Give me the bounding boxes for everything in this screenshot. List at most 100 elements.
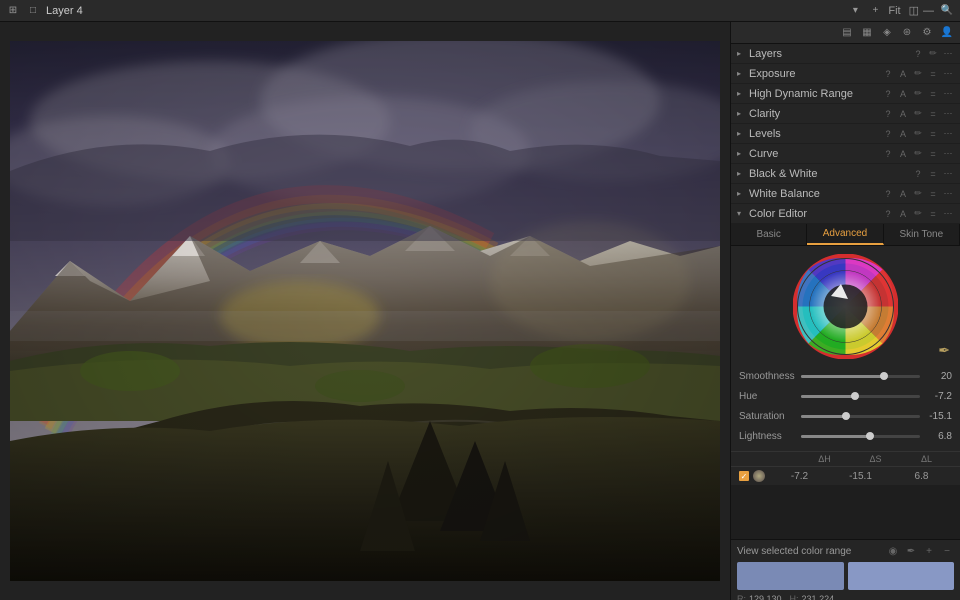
hue-value: -7.2 (924, 391, 952, 402)
exp-more[interactable]: ⋯ (942, 68, 954, 80)
hdr-edit[interactable]: ✏ (912, 88, 924, 100)
tab-skin-tone[interactable]: Skin Tone (884, 224, 960, 245)
bw-eq[interactable]: = (927, 168, 939, 180)
line-icon[interactable]: — (923, 5, 934, 17)
square-icon[interactable]: □ (26, 4, 40, 18)
grid-icon[interactable]: ⊞ (6, 4, 20, 18)
lightness-thumb[interactable] (866, 432, 874, 440)
smoothness-thumb[interactable] (880, 372, 888, 380)
color-sample-dot[interactable] (753, 470, 765, 482)
hdr-a[interactable]: A (897, 88, 909, 100)
cur-help[interactable]: ? (882, 148, 894, 160)
landscape-photo (10, 41, 720, 581)
hue-track[interactable] (801, 395, 920, 398)
color-wheel-container: ✒ (731, 246, 960, 363)
color-wheel[interactable] (793, 254, 898, 359)
lev-more[interactable]: ⋯ (942, 128, 954, 140)
smoothness-track[interactable] (801, 375, 920, 378)
panel-top-icons: ▤ ▦ ◈ ⊛ ⚙ 👤 (731, 22, 960, 44)
cur-edit[interactable]: ✏ (912, 148, 924, 160)
tab-advanced[interactable]: Advanced (807, 224, 883, 245)
wb-row[interactable]: ▸ White Balance ? A ✏ = ⋯ (731, 184, 960, 204)
compare-icon[interactable]: ◫ (909, 4, 919, 17)
ce-a[interactable]: A (897, 208, 909, 220)
hdr-help[interactable]: ? (882, 88, 894, 100)
bw-help[interactable]: ? (912, 168, 924, 180)
panel-empty-space (731, 485, 960, 540)
levels-label: Levels (749, 128, 882, 140)
clar-a[interactable]: A (897, 108, 909, 120)
clar-help[interactable]: ? (882, 108, 894, 120)
r-label: R: (737, 594, 747, 600)
hdr-row[interactable]: ▸ High Dynamic Range ? A ✏ = ⋯ (731, 84, 960, 104)
sample-checkbox[interactable]: ✓ (739, 471, 749, 481)
ce-more[interactable]: ⋯ (942, 208, 954, 220)
cur-a[interactable]: A (897, 148, 909, 160)
hue-thumb[interactable] (851, 392, 859, 400)
layers-help-icon[interactable]: ? (912, 48, 924, 60)
bw-more[interactable]: ⋯ (942, 168, 954, 180)
adjustments-icon[interactable]: ⊛ (900, 26, 914, 40)
ce-help[interactable]: ? (882, 208, 894, 220)
color-icon[interactable]: ◈ (880, 26, 894, 40)
bw-row[interactable]: ▸ Black & White ? = ⋯ (731, 164, 960, 184)
exposure-row[interactable]: ▸ Exposure ? A ✏ = ⋯ (731, 64, 960, 84)
cr-target-icon[interactable]: ◉ (886, 544, 900, 558)
hdr-eq[interactable]: = (927, 88, 939, 100)
cur-eq[interactable]: = (927, 148, 939, 160)
layers-arrow: ▸ (737, 49, 747, 58)
layers-row[interactable]: ▸ Layers ? ✏ ⋯ (731, 44, 960, 64)
color-editor-header[interactable]: ▾ Color Editor ? A ✏ = ⋯ (731, 204, 960, 224)
clar-eq[interactable]: = (927, 108, 939, 120)
lev-edit[interactable]: ✏ (912, 128, 924, 140)
clar-more[interactable]: ⋯ (942, 108, 954, 120)
settings-icon[interactable]: ⚙ (920, 26, 934, 40)
saturation-track[interactable] (801, 415, 920, 418)
cr-minus-icon[interactable]: − (940, 544, 954, 558)
lightness-track[interactable] (801, 435, 920, 438)
exp-eq[interactable]: = (927, 68, 939, 80)
histogram-icon[interactable]: ▦ (860, 26, 874, 40)
swatch-2 (848, 562, 955, 590)
search-icon[interactable]: 🔍 (940, 4, 954, 18)
hdr-more[interactable]: ⋯ (942, 88, 954, 100)
delta-l-label: ΔL (901, 454, 952, 464)
cr-add-icon[interactable]: + (922, 544, 936, 558)
exp-edit[interactable]: ✏ (912, 68, 924, 80)
eyedropper-icon[interactable]: ✒ (938, 342, 950, 359)
photo-container (0, 22, 730, 600)
cur-more[interactable]: ⋯ (942, 148, 954, 160)
saturation-thumb[interactable] (842, 412, 850, 420)
tab-basic[interactable]: Basic (731, 224, 807, 245)
layers-edit-icon[interactable]: ✏ (927, 48, 939, 60)
color-info: R: 129 130 G: 135 140 B: 170 168 (737, 594, 954, 600)
color-range-label: View selected color range (737, 546, 886, 557)
curve-row[interactable]: ▸ Curve ? A ✏ = ⋯ (731, 144, 960, 164)
ce-eq[interactable]: = (927, 208, 939, 220)
lev-eq[interactable]: = (927, 128, 939, 140)
levels-row[interactable]: ▸ Levels ? A ✏ = ⋯ (731, 124, 960, 144)
layers-label: Layers (749, 48, 912, 60)
lev-help[interactable]: ? (882, 128, 894, 140)
layers-icon[interactable]: ▤ (840, 26, 854, 40)
wb-help[interactable]: ? (882, 188, 894, 200)
layer-dropdown-icon[interactable]: ▾ (848, 4, 862, 18)
exposure-label: Exposure (749, 68, 882, 80)
wb-more[interactable]: ⋯ (942, 188, 954, 200)
exp-a[interactable]: A (897, 68, 909, 80)
wb-edit[interactable]: ✏ (912, 188, 924, 200)
ce-edit[interactable]: ✏ (912, 208, 924, 220)
profile-icon[interactable]: 👤 (940, 26, 954, 40)
clarity-row[interactable]: ▸ Clarity ? A ✏ = ⋯ (731, 104, 960, 124)
clar-edit[interactable]: ✏ (912, 108, 924, 120)
wb-eq[interactable]: = (927, 188, 939, 200)
cr-pick-icon[interactable]: ✒ (904, 544, 918, 558)
wb-a[interactable]: A (897, 188, 909, 200)
lightness-fill (801, 435, 870, 438)
add-layer-button[interactable]: + (868, 4, 882, 18)
fit-label: Fit (888, 5, 900, 17)
exp-help[interactable]: ? (882, 68, 894, 80)
wb-label: White Balance (749, 188, 882, 200)
layers-more-icon[interactable]: ⋯ (942, 48, 954, 60)
lev-a[interactable]: A (897, 128, 909, 140)
